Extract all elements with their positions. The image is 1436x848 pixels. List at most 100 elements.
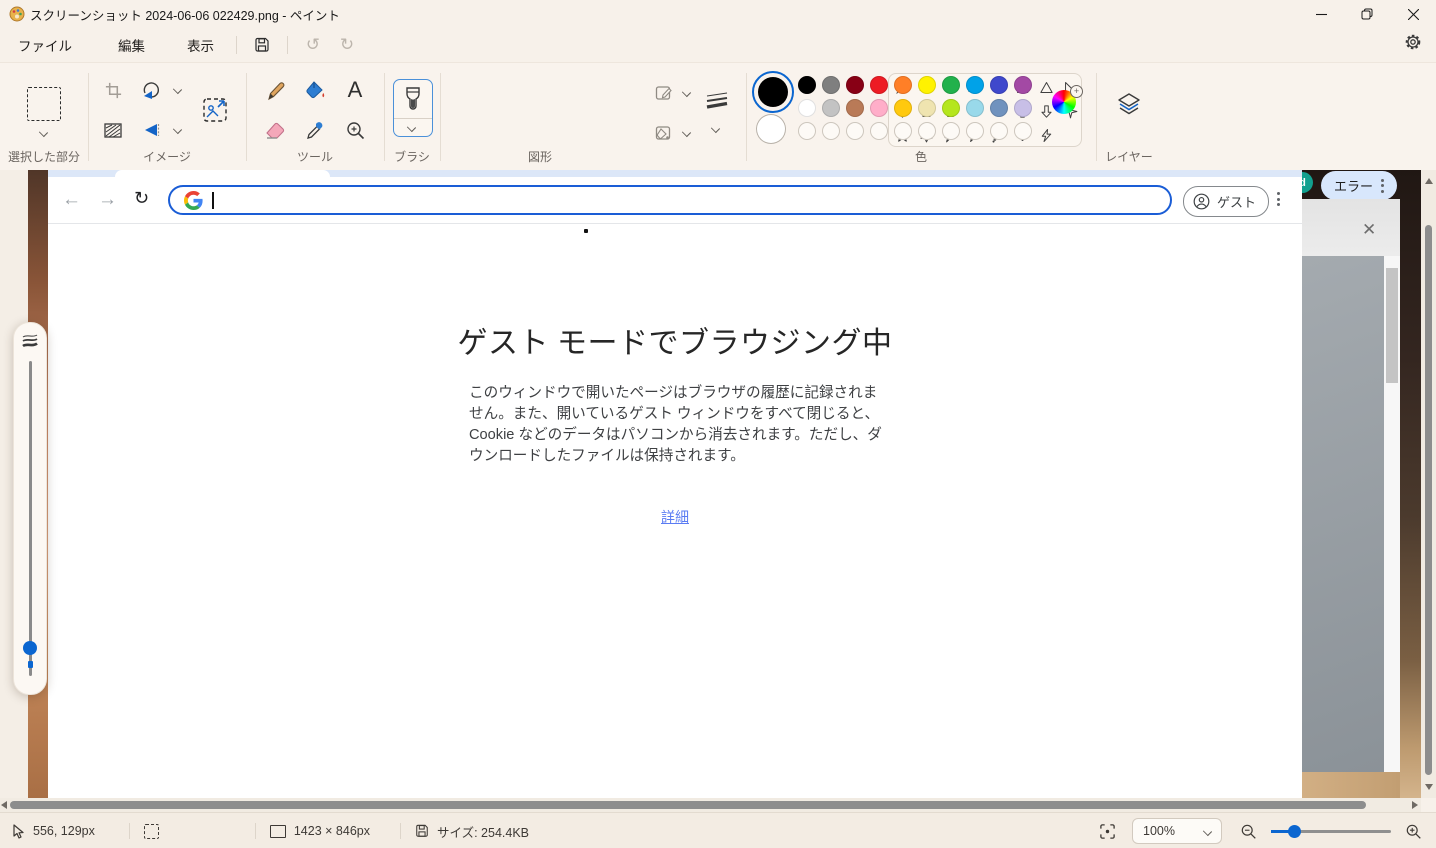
text-tool-button[interactable]: A bbox=[342, 77, 368, 103]
forward-arrow-icon: → bbox=[98, 189, 117, 211]
menu-edit[interactable]: 編集 bbox=[104, 30, 159, 60]
selection-dropdown-chevron-icon[interactable] bbox=[39, 128, 48, 137]
color-swatch[interactable] bbox=[918, 76, 936, 94]
color-swatch[interactable] bbox=[870, 99, 888, 117]
window-title: スクリーンショット 2024-06-06 022429.png - ペイント bbox=[30, 5, 340, 24]
scroll-up-arrow-icon[interactable] bbox=[1425, 178, 1433, 184]
zoom-level-dropdown[interactable]: 100% bbox=[1132, 818, 1222, 844]
thickness-chevron-icon[interactable] bbox=[711, 124, 720, 133]
color-swatch[interactable] bbox=[918, 99, 936, 117]
guest-mode-heading: ゲスト モードでブラウジング中 bbox=[48, 318, 1302, 362]
color-swatch[interactable] bbox=[966, 99, 984, 117]
empty-color-swatch[interactable] bbox=[846, 122, 864, 140]
empty-color-swatch[interactable] bbox=[894, 122, 912, 140]
empty-color-swatch[interactable] bbox=[942, 122, 960, 140]
fill-tool-button[interactable] bbox=[302, 77, 328, 103]
shape-fill-icon bbox=[654, 123, 674, 143]
color-swatch[interactable] bbox=[894, 76, 912, 94]
crop-button[interactable] bbox=[100, 77, 126, 103]
group-image: イメージ bbox=[88, 63, 246, 171]
zoom-slider[interactable] bbox=[1271, 830, 1391, 833]
restore-button[interactable] bbox=[1344, 0, 1390, 28]
menu-file[interactable]: ファイル bbox=[4, 30, 86, 60]
color-swatch[interactable] bbox=[798, 99, 816, 117]
color-swatch[interactable] bbox=[990, 99, 1008, 117]
image-resize-button[interactable] bbox=[198, 93, 232, 127]
menu-bar: ファイル 編集 表示 ↺ ↻ bbox=[0, 28, 1436, 62]
rotate-button[interactable] bbox=[138, 77, 164, 103]
brush-dropdown-chevron-icon[interactable] bbox=[407, 123, 416, 132]
window-controls bbox=[1298, 0, 1436, 28]
save-button[interactable] bbox=[245, 32, 279, 58]
color-swatch[interactable] bbox=[894, 99, 912, 117]
color-swatch[interactable] bbox=[990, 76, 1008, 94]
size-slider-handle[interactable] bbox=[23, 641, 37, 655]
scroll-right-arrow-icon[interactable] bbox=[1412, 801, 1418, 809]
color-swatch[interactable] bbox=[1014, 99, 1032, 117]
empty-color-swatch[interactable] bbox=[870, 122, 888, 140]
shape-outline-chevron-icon[interactable] bbox=[682, 88, 691, 97]
color-swatch[interactable] bbox=[966, 76, 984, 94]
text-tool-icon: A bbox=[348, 77, 363, 103]
shape-outline-icon bbox=[654, 83, 674, 103]
flip-dropdown-chevron-icon[interactable] bbox=[173, 125, 182, 134]
rotate-icon bbox=[141, 80, 161, 100]
color-picker-tool-button[interactable] bbox=[302, 117, 328, 143]
eraser-tool-button[interactable] bbox=[262, 117, 288, 143]
color-swatch[interactable] bbox=[870, 76, 888, 94]
brush-tool-button[interactable] bbox=[393, 79, 433, 137]
minimize-button[interactable] bbox=[1298, 0, 1344, 28]
shape-outline-button[interactable] bbox=[652, 81, 676, 105]
guest-mode-description: このウィンドウで開いたページはブラウザの履歴に記録されません。また、開いているゲ… bbox=[469, 383, 883, 467]
color-swatch[interactable] bbox=[942, 99, 960, 117]
vertical-scrollbar[interactable] bbox=[1421, 170, 1436, 798]
rotate-dropdown-chevron-icon[interactable] bbox=[173, 85, 182, 94]
scroll-down-arrow-icon[interactable] bbox=[1425, 784, 1433, 790]
color1-swatch[interactable] bbox=[758, 77, 788, 107]
redo-button[interactable]: ↻ bbox=[330, 32, 364, 58]
color2-swatch[interactable] bbox=[756, 114, 786, 144]
horizontal-scrollbar-thumb[interactable] bbox=[10, 801, 1366, 809]
close-button[interactable] bbox=[1390, 0, 1436, 28]
undo-button[interactable]: ↺ bbox=[296, 32, 330, 58]
browser-menu-kebab-icon bbox=[1277, 192, 1280, 206]
group-brush: ブラシ bbox=[384, 63, 440, 171]
color-swatch[interactable] bbox=[798, 76, 816, 94]
color-swatch[interactable] bbox=[822, 99, 840, 117]
paint-canvas[interactable]: d ← → ↻ ゲスト ゲスト モードでブラウジング中 このウィンドウで開いたペ… bbox=[0, 170, 1421, 798]
fit-to-screen-button[interactable] bbox=[1099, 823, 1116, 840]
flip-button[interactable] bbox=[138, 117, 164, 143]
scroll-left-arrow-icon[interactable] bbox=[1, 801, 7, 809]
details-link-wrap: 詳細 bbox=[48, 507, 1302, 527]
zoom-in-button[interactable] bbox=[1405, 823, 1422, 840]
color-swatch[interactable] bbox=[846, 76, 864, 94]
magnifier-tool-button[interactable] bbox=[342, 117, 368, 143]
resize-skew-button[interactable] bbox=[100, 117, 126, 143]
group-label: 図形 bbox=[440, 148, 640, 165]
size-slider-panel bbox=[13, 322, 47, 695]
empty-color-swatch[interactable] bbox=[918, 122, 936, 140]
empty-color-swatch[interactable] bbox=[798, 122, 816, 140]
layers-button[interactable] bbox=[1114, 89, 1144, 119]
zoom-out-button[interactable] bbox=[1240, 823, 1257, 840]
empty-color-swatch[interactable] bbox=[1014, 122, 1032, 140]
horizontal-scrollbar[interactable] bbox=[0, 798, 1421, 812]
pencil-tool-button[interactable] bbox=[262, 77, 288, 103]
shape-fill-chevron-icon[interactable] bbox=[682, 128, 691, 137]
color-swatch[interactable] bbox=[1014, 76, 1032, 94]
size-slider-track[interactable] bbox=[29, 361, 32, 676]
color-swatch[interactable] bbox=[942, 76, 960, 94]
line-thickness-button[interactable] bbox=[702, 87, 732, 115]
color-swatch[interactable] bbox=[846, 99, 864, 117]
empty-color-swatch[interactable] bbox=[990, 122, 1008, 140]
selection-tool-button[interactable] bbox=[27, 87, 61, 121]
image-side-window-header bbox=[1302, 199, 1400, 256]
color-swatch[interactable] bbox=[822, 76, 840, 94]
shape-fill-button[interactable] bbox=[652, 121, 676, 145]
empty-color-swatch[interactable] bbox=[966, 122, 984, 140]
settings-button[interactable] bbox=[1404, 33, 1422, 56]
vertical-scrollbar-thumb[interactable] bbox=[1425, 225, 1432, 775]
menu-view[interactable]: 表示 bbox=[173, 30, 228, 60]
zoom-slider-handle[interactable] bbox=[1288, 825, 1301, 838]
empty-color-swatch[interactable] bbox=[822, 122, 840, 140]
